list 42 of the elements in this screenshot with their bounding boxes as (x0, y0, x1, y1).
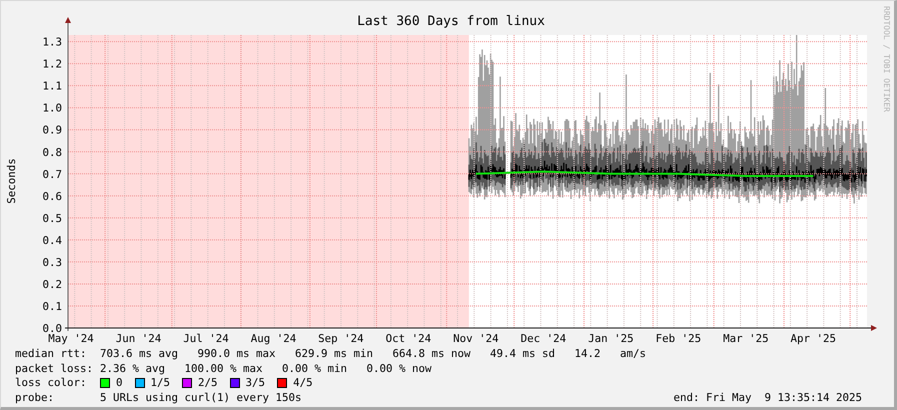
y-tick-label: 1.0 (42, 102, 62, 115)
x-tick-label: Nov '24 (453, 332, 499, 345)
x-tick-label: Apr '25 (790, 332, 836, 345)
x-tick-label: Oct '24 (386, 332, 432, 345)
y-tick-label: 0.4 (42, 234, 62, 247)
loss-color-label: 1/5 (150, 376, 170, 390)
end-time: end: Fri May 9 13:35:14 2025 (673, 390, 862, 405)
y-tick-label: 0.6 (42, 190, 62, 203)
loss-color-label: 0 (116, 376, 123, 390)
median-rtt-stats: 703.6 ms avg 990.0 ms max 629.9 ms min 664.8 ms now 49.4 ms sd 14.2 am/s (100, 347, 646, 362)
x-tick-label: Mar '25 (723, 332, 769, 345)
x-tick-label: Jun '24 (116, 332, 162, 345)
loss-color-label: 2/5 (198, 376, 218, 390)
x-tick-label: Feb '25 (656, 332, 702, 345)
x-tick-label: Jul '24 (183, 332, 229, 345)
x-tick-label: Sep '24 (318, 332, 364, 345)
axis-title: Seconds (5, 158, 18, 204)
y-tick-label: 0.9 (42, 124, 62, 137)
legend-label: packet loss: (15, 362, 94, 376)
loss-color-label: 3/5 (246, 376, 266, 390)
y-tick-label: 0.7 (42, 168, 62, 181)
y-tick-label: 1.1 (42, 80, 62, 93)
y-tick-label: 0.5 (42, 212, 62, 225)
legend-label: loss color: (15, 376, 88, 390)
loss-color-label: 4/5 (293, 376, 313, 390)
credit-text: RRDTOOL / TOBI OETIKER (882, 6, 891, 112)
packet-loss-stats: 2.36 % avg 100.00 % max 0.00 % min 0.00 % now (100, 362, 432, 376)
x-tick-label: Jan '25 (588, 332, 634, 345)
probe-text: 5 URLs using curl(1) every 150s (100, 390, 302, 405)
legend-label: probe: (15, 390, 56, 405)
y-tick-label: 0.1 (42, 300, 62, 313)
y-tick-label: 0.3 (42, 256, 62, 269)
legend-label: median rtt: (15, 347, 88, 362)
x-tick-label: May '24 (48, 332, 94, 345)
x-tick-label: Aug '24 (250, 332, 296, 345)
y-tick-label: 1.3 (42, 36, 62, 49)
y-tick-label: 0.8 (42, 146, 62, 159)
y-tick-label: 0.0 (42, 322, 62, 335)
y-tick-label: 1.2 (42, 58, 62, 71)
y-tick-label: 0.2 (42, 278, 62, 291)
x-tick-label: Dec '24 (520, 332, 566, 345)
chart-title: Last 360 Days from linux (357, 14, 545, 29)
